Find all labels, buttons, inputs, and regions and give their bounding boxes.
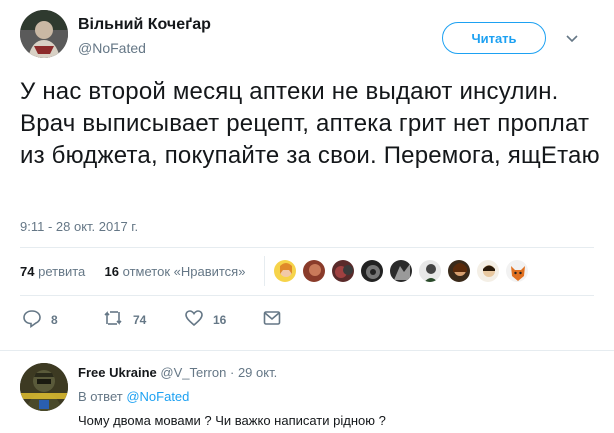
reply-author-handle[interactable]: @V_Terron	[160, 365, 226, 380]
liker-avatar[interactable]	[418, 259, 442, 283]
liker-avatar[interactable]	[505, 259, 529, 283]
in-reply-mention[interactable]: @NoFated	[126, 389, 189, 404]
liker-avatar[interactable]	[273, 259, 297, 283]
direct-message-action[interactable]	[262, 308, 282, 331]
retweet-count: 74	[133, 312, 147, 327]
retweets-count[interactable]: 74	[20, 264, 34, 279]
retweets-label[interactable]: ретвита	[38, 264, 85, 279]
reply-date[interactable]: 29 окт.	[238, 365, 277, 380]
reply-icon	[22, 308, 42, 331]
liker-avatar[interactable]	[389, 259, 413, 283]
author-handle[interactable]: @NoFated	[78, 40, 146, 56]
likes-count[interactable]: 16	[105, 264, 119, 279]
reply-header: Free Ukraine @V_Terron · 29 окт.	[78, 365, 277, 380]
reply-action[interactable]: 8	[22, 308, 58, 331]
likers-divider	[264, 256, 265, 286]
reply-author-avatar[interactable]	[20, 363, 68, 411]
retweet-icon	[102, 308, 124, 331]
like-action[interactable]: 16	[184, 308, 226, 331]
author-avatar[interactable]	[20, 10, 68, 58]
like-count: 16	[213, 312, 227, 327]
divider	[20, 247, 594, 248]
tweet-card: Вільний Кочеґар @NoFated Читать У нас вт…	[0, 0, 614, 349]
heart-icon	[184, 308, 204, 331]
reply-separator: ·	[229, 365, 235, 380]
in-reply-to: В ответ @NoFated	[78, 389, 189, 404]
likers-avatars	[273, 259, 529, 287]
tweet-stats: 74 ретвита 16 отметок «Нравится»	[20, 264, 245, 279]
author-avatar-image	[20, 10, 68, 58]
divider	[20, 295, 594, 296]
direct-message-icon	[262, 308, 282, 331]
retweet-action[interactable]: 74	[102, 308, 146, 331]
follow-button[interactable]: Читать	[442, 22, 546, 54]
author-name[interactable]: Вільний Кочеґар	[78, 16, 211, 34]
reply-count: 8	[51, 312, 58, 327]
tweet-text: У нас второй месяц аптеки не выдают инсу…	[20, 78, 600, 169]
reply-avatar-image	[20, 363, 68, 411]
liker-avatar[interactable]	[447, 259, 471, 283]
tweet-timestamp[interactable]: 9:11 - 28 окт. 2017 г.	[20, 219, 138, 234]
caret-down-icon[interactable]	[564, 30, 580, 46]
liker-avatar[interactable]	[331, 259, 355, 283]
liker-avatar[interactable]	[360, 259, 384, 283]
liker-avatar[interactable]	[302, 259, 326, 283]
reply-tweet[interactable]: Free Ukraine @V_Terron · 29 окт. В ответ…	[0, 350, 614, 433]
in-reply-prefix: В ответ	[78, 389, 123, 404]
tweet-actions: 8 74 16	[22, 308, 582, 330]
reply-author-name[interactable]: Free Ukraine	[78, 365, 157, 380]
reply-text: Чому двома мовами ? Чи важко написати рі…	[78, 413, 386, 428]
likes-label[interactable]: отметок «Нравится»	[123, 264, 246, 279]
liker-avatar[interactable]	[476, 259, 500, 283]
